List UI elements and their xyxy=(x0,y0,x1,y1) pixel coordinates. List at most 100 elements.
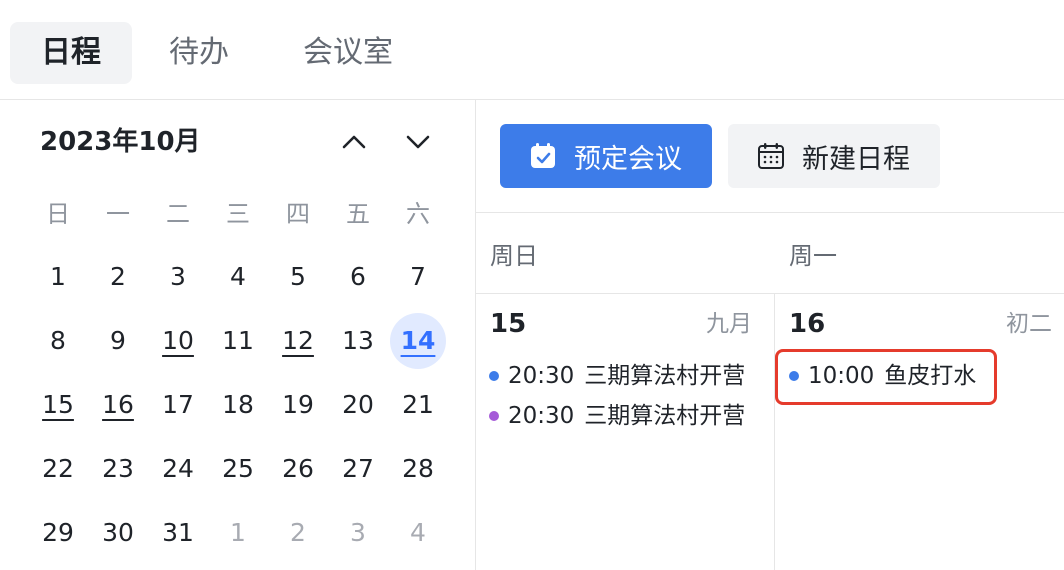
weekday-label: 二 xyxy=(166,200,190,228)
calendar-day[interactable]: 30 xyxy=(90,505,146,561)
calendar-day[interactable]: 17 xyxy=(150,377,206,433)
event-time: 10:00 xyxy=(808,363,875,389)
calendar-day[interactable]: 4 xyxy=(390,505,446,561)
event-time: 20:30 xyxy=(508,403,575,429)
event-color-dot xyxy=(489,411,499,421)
calendar-day[interactable]: 1 xyxy=(210,505,266,561)
calendar-day[interactable]: 15 xyxy=(30,377,86,433)
calendar-day-number: 9 xyxy=(110,326,126,355)
weekday-label: 一 xyxy=(106,200,130,228)
calendar-day[interactable]: 12 xyxy=(270,313,326,369)
calendar-day-number: 17 xyxy=(162,390,194,419)
calendar-day-number: 1 xyxy=(230,518,246,547)
event-title: 三期算法村开营 xyxy=(584,363,746,389)
calendar-day[interactable]: 6 xyxy=(330,249,386,305)
calendar-day[interactable]: 23 xyxy=(90,441,146,497)
calendar-day-number: 31 xyxy=(162,518,194,547)
weekday-label: 六 xyxy=(406,200,430,228)
calendar-day[interactable]: 13 xyxy=(330,313,386,369)
calendar-day-number: 29 xyxy=(42,518,74,547)
calendar-day[interactable]: 31 xyxy=(150,505,206,561)
calendar-day[interactable]: 3 xyxy=(330,505,386,561)
chevron-up-icon xyxy=(342,135,366,149)
mini-calendar-title: 2023年10月 xyxy=(40,127,201,157)
calendar-day[interactable]: 16 xyxy=(90,377,146,433)
calendar-day[interactable]: 24 xyxy=(150,441,206,497)
calendar-day[interactable]: 1 xyxy=(30,249,86,305)
calendar-day[interactable]: 8 xyxy=(30,313,86,369)
event-title: 鱼皮打水 xyxy=(884,363,977,389)
calendar-day[interactable]: 5 xyxy=(270,249,326,305)
calendar-day-number: 5 xyxy=(290,262,306,291)
toolbar-divider xyxy=(476,212,1064,213)
calendar-day[interactable]: 18 xyxy=(210,377,266,433)
tab-todo[interactable]: 待办 xyxy=(148,22,250,84)
calendar-day-number: 6 xyxy=(350,262,366,291)
calendar-day[interactable]: 2 xyxy=(90,249,146,305)
calendar-day[interactable]: 10 xyxy=(150,313,206,369)
day-number[interactable]: 16 xyxy=(789,306,825,342)
calendar-day[interactable]: 19 xyxy=(270,377,326,433)
tab-meeting-room[interactable]: 会议室 xyxy=(282,22,414,84)
event-item[interactable]: 20:30 三期算法村开营 xyxy=(489,398,761,434)
event-item[interactable]: 20:30 三期算法村开营 xyxy=(489,358,761,394)
calendar-day[interactable]: 29 xyxy=(30,505,86,561)
calendar-day[interactable]: 2 xyxy=(270,505,326,561)
weekday-label: 三 xyxy=(226,200,250,228)
calendar-day[interactable]: 9 xyxy=(90,313,146,369)
calendar-day[interactable]: 22 xyxy=(30,441,86,497)
calendar-day[interactable]: 11 xyxy=(210,313,266,369)
weekday-header-mon: 周一 xyxy=(789,242,837,270)
weekday-label: 四 xyxy=(286,200,310,228)
event-color-dot xyxy=(489,371,499,381)
new-event-label: 新建日程 xyxy=(802,143,910,175)
calendar-day-number: 15 xyxy=(42,390,74,419)
calendar-day[interactable]: 28 xyxy=(390,441,446,497)
calendar-day-number: 4 xyxy=(410,518,426,547)
calendar-day-number: 2 xyxy=(110,262,126,291)
calendar-day-number: 30 xyxy=(102,518,134,547)
calendar-day-number: 14 xyxy=(400,326,436,355)
event-time: 20:30 xyxy=(508,363,575,389)
new-event-button[interactable]: 新建日程 xyxy=(728,124,940,188)
event-color-dot xyxy=(789,371,799,381)
calendar-day-number: 12 xyxy=(282,326,314,355)
weekday-label: 五 xyxy=(346,200,370,228)
tab-schedule[interactable]: 日程 xyxy=(10,22,132,84)
calendar-day-number: 3 xyxy=(350,518,366,547)
calendar-day[interactable]: 21 xyxy=(390,377,446,433)
calendar-day-number: 1 xyxy=(50,262,66,291)
calendar-day-today[interactable]: 14 xyxy=(390,313,446,369)
day-column-divider xyxy=(774,293,775,570)
chevron-down-icon xyxy=(406,135,430,149)
next-month-button[interactable] xyxy=(400,124,436,160)
calendar-day-number: 28 xyxy=(402,454,434,483)
event-item[interactable]: 10:00 鱼皮打水 xyxy=(789,358,989,394)
day-number[interactable]: 15 xyxy=(490,306,526,342)
top-tab-bar: 日程 待办 会议室 xyxy=(0,0,1064,100)
calendar-day[interactable]: 4 xyxy=(210,249,266,305)
prev-month-button[interactable] xyxy=(336,124,372,160)
calendar-day-number: 3 xyxy=(170,262,186,291)
calendar-day[interactable]: 27 xyxy=(330,441,386,497)
calendar-day[interactable]: 20 xyxy=(330,377,386,433)
calendar-day-number: 26 xyxy=(282,454,314,483)
calendar-day[interactable]: 7 xyxy=(390,249,446,305)
calendar-day-number: 21 xyxy=(402,390,434,419)
calendar-day[interactable]: 26 xyxy=(270,441,326,497)
calendar-day-number: 2 xyxy=(290,518,306,547)
calendar-day-number: 11 xyxy=(222,326,254,355)
calendar-day[interactable]: 3 xyxy=(150,249,206,305)
lunar-date: 初二 xyxy=(1006,311,1052,337)
calendar-day-number: 27 xyxy=(342,454,374,483)
book-meeting-label: 预定会议 xyxy=(574,143,682,175)
calendar-day-number: 23 xyxy=(102,454,134,483)
book-meeting-button[interactable]: 预定会议 xyxy=(500,124,712,188)
calendar-check-icon xyxy=(531,143,555,168)
calendar-day[interactable]: 25 xyxy=(210,441,266,497)
weekday-header-sun: 周日 xyxy=(490,242,538,270)
calendar-day-number: 18 xyxy=(222,390,254,419)
lunar-date: 九月 xyxy=(706,311,752,337)
calendar-day-number: 13 xyxy=(342,326,374,355)
calendar-day-number: 8 xyxy=(50,326,66,355)
